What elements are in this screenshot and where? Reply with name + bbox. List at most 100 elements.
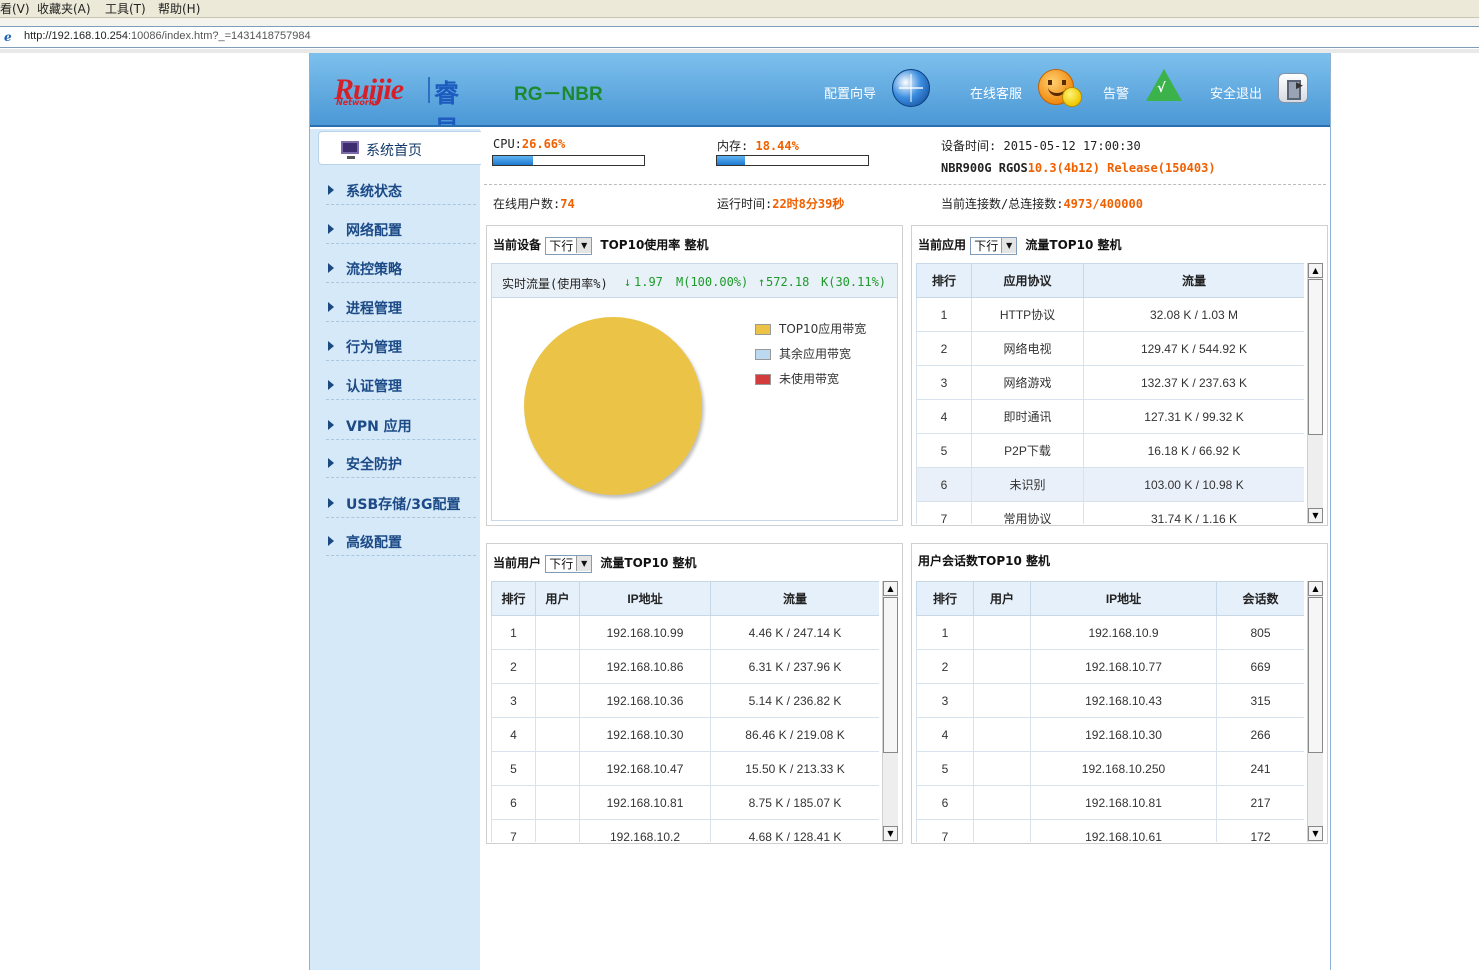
sidebar-item-flow-control[interactable]: 流控策略 xyxy=(326,255,476,283)
connections-label: 当前连接数/总连接数: xyxy=(941,197,1064,211)
scroll-down-icon[interactable]: ▼ xyxy=(883,826,898,841)
table-row[interactable]: 7 192.168.10.2 4.68 K / 128.41 K xyxy=(491,819,879,842)
table-row[interactable]: 1 192.168.10.99 4.46 K / 247.14 K xyxy=(491,615,879,650)
cell: 1 xyxy=(916,615,974,650)
scroll-up-icon[interactable]: ▲ xyxy=(1308,581,1323,596)
scroll-thumb[interactable] xyxy=(1308,597,1323,753)
cell: 2 xyxy=(916,649,974,684)
globe-icon[interactable] xyxy=(892,69,930,107)
table-row[interactable]: 4 192.168.10.30 266 xyxy=(916,717,1304,752)
panel-title-suffix: 流量TOP10 整机 xyxy=(600,556,697,570)
table-row[interactable]: 5 P2P下载 16.18 K / 66.92 K xyxy=(916,433,1304,468)
cell xyxy=(973,751,1031,786)
service-link[interactable]: 在线客服 xyxy=(970,83,1022,102)
table-row[interactable]: 3 网络游戏 132.37 K / 237.63 K xyxy=(916,365,1304,400)
sidebar-item-process[interactable]: 进程管理 xyxy=(326,294,476,322)
table-row[interactable]: 4 192.168.10.30 86.46 K / 219.08 K xyxy=(491,717,879,752)
up-arrow-icon: ↑ xyxy=(758,275,766,289)
cell: 192.168.10.86 xyxy=(579,649,711,684)
session-table-viewport: 排行 用户 IP地址 会话数 1 192.168.10.9 805 2 192.168… xyxy=(916,581,1304,842)
cell: 315 xyxy=(1216,683,1304,718)
logout-link[interactable]: 安全退出 xyxy=(1210,83,1262,102)
scroll-down-icon[interactable]: ▼ xyxy=(1308,508,1323,523)
cell: 4 xyxy=(916,717,974,752)
sidebar-item-network-config[interactable]: 网络配置 xyxy=(326,216,476,244)
alarm-link[interactable]: 告警 xyxy=(1103,83,1129,102)
sidebar-item-label: VPN 应用 xyxy=(346,419,412,435)
table-row[interactable]: 4 即时通讯 127.31 K / 99.32 K xyxy=(916,399,1304,434)
address-url[interactable]: http://192.168.10.254:10086/index.htm?_=… xyxy=(24,30,311,42)
cell: 4 xyxy=(491,717,536,752)
sidebar-item-label: 高级配置 xyxy=(346,535,402,551)
cell: 129.47 K / 544.92 K xyxy=(1083,331,1304,366)
up-value: 572.18 xyxy=(766,275,810,289)
logout-door-icon[interactable] xyxy=(1278,73,1308,103)
scroll-up-icon[interactable]: ▲ xyxy=(883,581,898,596)
table-row[interactable]: 1 192.168.10.9 805 xyxy=(916,615,1304,650)
smiley-small-icon xyxy=(1062,87,1082,107)
panel-title-suffix: TOP10使用率 整机 xyxy=(600,238,709,252)
table-row[interactable]: 7 192.168.10.61 172 xyxy=(916,819,1304,842)
menu-favorites[interactable]: 收藏夹(A) xyxy=(37,1,91,17)
table-row[interactable]: 6 192.168.10.81 217 xyxy=(916,785,1304,820)
address-bar[interactable]: e http://192.168.10.254:10086/index.htm?… xyxy=(0,26,1479,48)
legend-item: 其余应用带宽 xyxy=(755,345,851,362)
col-header: 流量 xyxy=(710,581,879,616)
scroll-thumb[interactable] xyxy=(1308,279,1323,435)
cell: 3 xyxy=(916,365,972,400)
scroll-down-icon[interactable]: ▼ xyxy=(1308,826,1323,841)
sidebar-home-label: 系统首页 xyxy=(366,143,422,159)
menu-help[interactable]: 帮助(H) xyxy=(158,1,200,17)
legend-swatch xyxy=(755,324,771,335)
direction-select-value: 下行 xyxy=(974,238,999,253)
cell: 192.168.10.99 xyxy=(579,615,711,650)
table-row[interactable]: 5 192.168.10.250 241 xyxy=(916,751,1304,786)
device-version: NBR900G RGOS10.3(4b12) Release(150403) xyxy=(941,161,1216,175)
panel-title-prefix: 当前用户 xyxy=(493,556,542,570)
scroll-up-icon[interactable]: ▲ xyxy=(1308,263,1323,278)
mem-progress-fill xyxy=(717,156,745,165)
product-name: RG－NBR xyxy=(514,84,603,105)
table-row[interactable]: 3 192.168.10.36 5.14 K / 236.82 K xyxy=(491,683,879,718)
table-row[interactable]: 2 192.168.10.77 669 xyxy=(916,649,1304,684)
legend-label: 未使用带宽 xyxy=(779,372,840,386)
sidebar-item-security[interactable]: 安全防护 xyxy=(326,450,476,478)
sidebar-item-system-status[interactable]: 系统状态 xyxy=(326,177,476,205)
table-row[interactable]: 6 192.168.10.81 8.75 K / 185.07 K xyxy=(491,785,879,820)
menu-view[interactable]: 看(V) xyxy=(0,1,30,17)
direction-select[interactable]: 下行 ▼ xyxy=(545,554,593,573)
cell: 2 xyxy=(491,649,536,684)
down-arrow-icon: ↓ xyxy=(624,275,632,289)
sidebar-item-advanced[interactable]: 高级配置 xyxy=(326,528,476,556)
panel-title-suffix: 流量TOP10 整机 xyxy=(1025,238,1122,252)
session-top10-panel: 用户会话数TOP10 整机 排行 用户 IP地址 会话数 1 192.168.10… xyxy=(911,543,1328,844)
cell: 192.168.10.81 xyxy=(579,785,711,820)
legend-swatch xyxy=(755,349,771,360)
sidebar-item-home[interactable]: 系统首页 xyxy=(318,131,481,165)
cell: 即时通讯 xyxy=(971,399,1084,434)
table-row[interactable]: 1 HTTP协议 32.08 K / 1.03 M xyxy=(916,297,1304,332)
direction-select[interactable]: 下行 ▼ xyxy=(545,236,593,255)
user-table-scrollbar[interactable]: ▲ ▼ xyxy=(882,581,898,842)
direction-select-value: 下行 xyxy=(549,556,574,571)
scroll-thumb[interactable] xyxy=(883,597,898,753)
sidebar-item-usb[interactable]: USB存储/3G配置 xyxy=(326,490,476,518)
cell: P2P下载 xyxy=(971,433,1084,468)
cell: 192.168.10.77 xyxy=(1030,649,1217,684)
table-row[interactable]: 3 192.168.10.43 315 xyxy=(916,683,1304,718)
sidebar-item-label: 认证管理 xyxy=(346,379,402,395)
wizard-link[interactable]: 配置向导 xyxy=(824,83,876,102)
table-row[interactable]: 5 192.168.10.47 15.50 K / 213.33 K xyxy=(491,751,879,786)
direction-select[interactable]: 下行 ▼ xyxy=(970,236,1018,255)
sidebar-item-vpn[interactable]: VPN 应用 xyxy=(326,412,476,440)
sidebar-item-behavior[interactable]: 行为管理 xyxy=(326,333,476,361)
app-table-scrollbar[interactable]: ▲ ▼ xyxy=(1307,263,1323,524)
sidebar-item-auth[interactable]: 认证管理 xyxy=(326,372,476,400)
session-table-scrollbar[interactable]: ▲ ▼ xyxy=(1307,581,1323,842)
cpu-value: 26.66% xyxy=(521,137,566,151)
table-row[interactable]: 2 网络电视 129.47 K / 544.92 K xyxy=(916,331,1304,366)
table-row[interactable]: 7 常用协议 31.74 K / 1.16 K xyxy=(916,501,1304,524)
table-row[interactable]: 2 192.168.10.86 6.31 K / 237.96 K xyxy=(491,649,879,684)
menu-tools[interactable]: 工具(T) xyxy=(105,1,146,17)
table-row[interactable]: 6 未识别 103.00 K / 10.98 K xyxy=(916,467,1304,502)
